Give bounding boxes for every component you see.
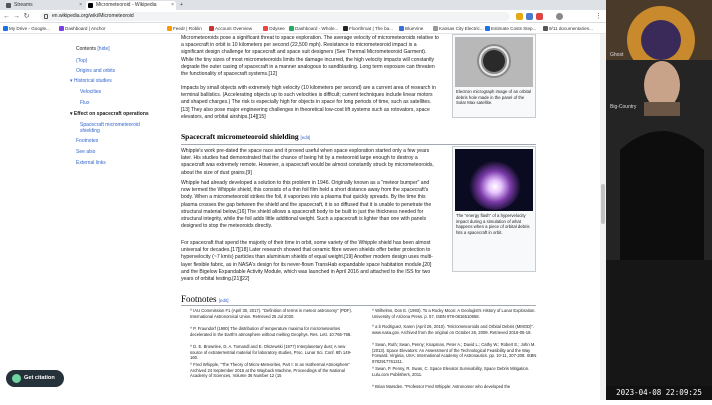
webcam-feed: [606, 0, 712, 400]
back-icon[interactable]: ←: [2, 12, 11, 21]
debris-hole-image[interactable]: [455, 37, 533, 87]
article-paragraph: Micrometeoroids pose a significant threa…: [181, 35, 439, 78]
bookmark-item[interactable]: Dashboard | Anchor: [58, 23, 106, 33]
reference-item: ^ IAU Commission F1 (April 30, 2017). "D…: [190, 308, 353, 319]
browser-tab-strip: Streams × Micrometeoroid - Wikipedia × +: [0, 0, 606, 10]
bookmark-item[interactable]: 9/11 documentaries...: [542, 23, 593, 33]
edit-section-link[interactable]: [edit]: [301, 135, 311, 140]
forward-icon[interactable]: →: [12, 12, 21, 21]
scrollbar-thumb[interactable]: [601, 184, 605, 224]
get-citation-button[interactable]: Get citation: [6, 370, 64, 387]
heading-divider: [181, 305, 536, 306]
article-paragraph: For spacecraft that spend the majority o…: [181, 240, 433, 283]
bookmarks-bar: My Drive - Google... Dashboard | Anchor …: [0, 23, 606, 34]
reference-item: ^ a b Rodriguez, Karen (April 26, 2010).…: [372, 324, 535, 335]
wikipedia-favicon-icon: [88, 3, 93, 8]
reference-item: ^ Fred Whipple, "The Theory of Micro-Met…: [190, 362, 350, 379]
toc-item-shielding[interactable]: Spacecraft micrometeoroid shielding: [80, 122, 160, 134]
reload-icon[interactable]: ↻: [22, 12, 31, 21]
figure-energy-flash: The "energy flash" of a hypervelocity im…: [452, 146, 536, 272]
section-heading: Spacecraft micrometeoroid shielding [edi…: [181, 132, 311, 141]
edit-section-link[interactable]: [edit]: [219, 298, 229, 303]
toc-item-historical[interactable]: ▾ Historical studies: [70, 78, 112, 84]
toc-item-see-also[interactable]: See also: [76, 149, 95, 155]
footnotes-heading: Footnotes [edit]: [181, 294, 229, 304]
profile-avatar-icon[interactable]: [556, 13, 563, 20]
bookmark-item[interactable]: Feedr | Roblin: [166, 23, 202, 33]
url-field[interactable]: en.wikipedia.org/wiki/Micrometeoroid: [40, 12, 510, 21]
toc-item-footnotes[interactable]: Footnotes: [76, 138, 98, 144]
toc-item-origins[interactable]: Origins and orbits: [76, 68, 115, 74]
toc-item-velocities[interactable]: Velocities: [80, 89, 101, 95]
close-tab-icon[interactable]: ×: [79, 1, 82, 10]
tab-streams[interactable]: Streams ×: [4, 1, 84, 10]
bookmark-item[interactable]: My Drive - Google...: [2, 23, 50, 33]
close-tab-icon[interactable]: ×: [171, 1, 174, 10]
extension-icon[interactable]: [526, 13, 533, 20]
new-tab-button[interactable]: +: [178, 1, 188, 10]
toc-item-flux[interactable]: Flux: [80, 100, 89, 106]
article-paragraph: Whipple's work pre-dated the space race …: [181, 148, 434, 176]
webcam-overlay: Ghost Big-Country: [606, 0, 712, 400]
reference-item: ^ Brian Marsden. "Professor Fred Whipple…: [372, 384, 511, 389]
bookmark-item[interactable]: Odysee: [262, 23, 285, 33]
energy-flash-image[interactable]: [455, 149, 533, 211]
toc-hide-link[interactable]: [hide]: [97, 46, 109, 52]
toc-item-top[interactable]: (Top): [76, 58, 87, 64]
bookmark-item[interactable]: BlueVine: [398, 23, 423, 33]
tab-favicon-icon: [6, 3, 11, 8]
reference-item: ^ P. Fraundorf (1980) The distribution o…: [190, 326, 352, 337]
citation-icon: [12, 374, 21, 383]
wikipedia-page: Contents [hide] (Top) Origins and orbits…: [0, 34, 606, 400]
bookmark-item[interactable]: Account Overview: [208, 23, 252, 33]
bookmark-item[interactable]: Kansas City Electric...: [432, 23, 484, 33]
article-paragraph: Impacts by small objects with extremely …: [181, 85, 436, 120]
bookmark-item[interactable]: Estimate Costs Step...: [484, 23, 536, 33]
toc-heading: Contents [hide]: [76, 46, 110, 52]
address-toolbar: ← → ↻ en.wikipedia.org/wiki/Micrometeoro…: [0, 10, 606, 23]
reference-item: ^ D. E. Brownlee, D. A. Tomandl and E. O…: [190, 344, 352, 361]
reference-item: ^ Swan, Ruth; Swan, Penny; Knapman, Pete…: [372, 342, 537, 364]
bookmark-item[interactable]: Floorthroat | The ba...: [342, 23, 393, 33]
bookmark-item[interactable]: Dashboard - Whole...: [288, 23, 338, 33]
menu-dots-icon[interactable]: ⋮: [594, 12, 603, 21]
figure-caption: The "energy flash" of a hypervelocity im…: [456, 213, 530, 235]
timestamp-overlay: 2023-04-08 22:09:25: [606, 386, 712, 400]
heading-divider: [181, 144, 536, 145]
lock-icon: [44, 14, 48, 19]
reference-item: ^ Wilhelms, Don E. (1993). To a Rocky Mo…: [372, 308, 536, 319]
toc-item-effect[interactable]: ▾ Effect on spacecraft operations: [70, 111, 149, 117]
figure-caption: Electron micrograph image of an orbital …: [456, 89, 531, 106]
reference-item: ^ Swan, P. Penny, R. Swan, C. Space Elev…: [372, 366, 530, 377]
figure-debris-hole: Electron micrograph image of an orbital …: [452, 34, 536, 118]
article-paragraph: Whipple had already developed a solution…: [181, 180, 432, 230]
tab-wikipedia[interactable]: Micrometeoroid - Wikipedia ×: [86, 1, 176, 10]
extension-icon[interactable]: [536, 13, 543, 20]
webcam-label: Ghost: [610, 52, 624, 58]
toc-item-external-links[interactable]: External links: [76, 160, 106, 166]
webcam-label: Big-Country: [610, 104, 637, 110]
extension-icon[interactable]: [516, 13, 523, 20]
